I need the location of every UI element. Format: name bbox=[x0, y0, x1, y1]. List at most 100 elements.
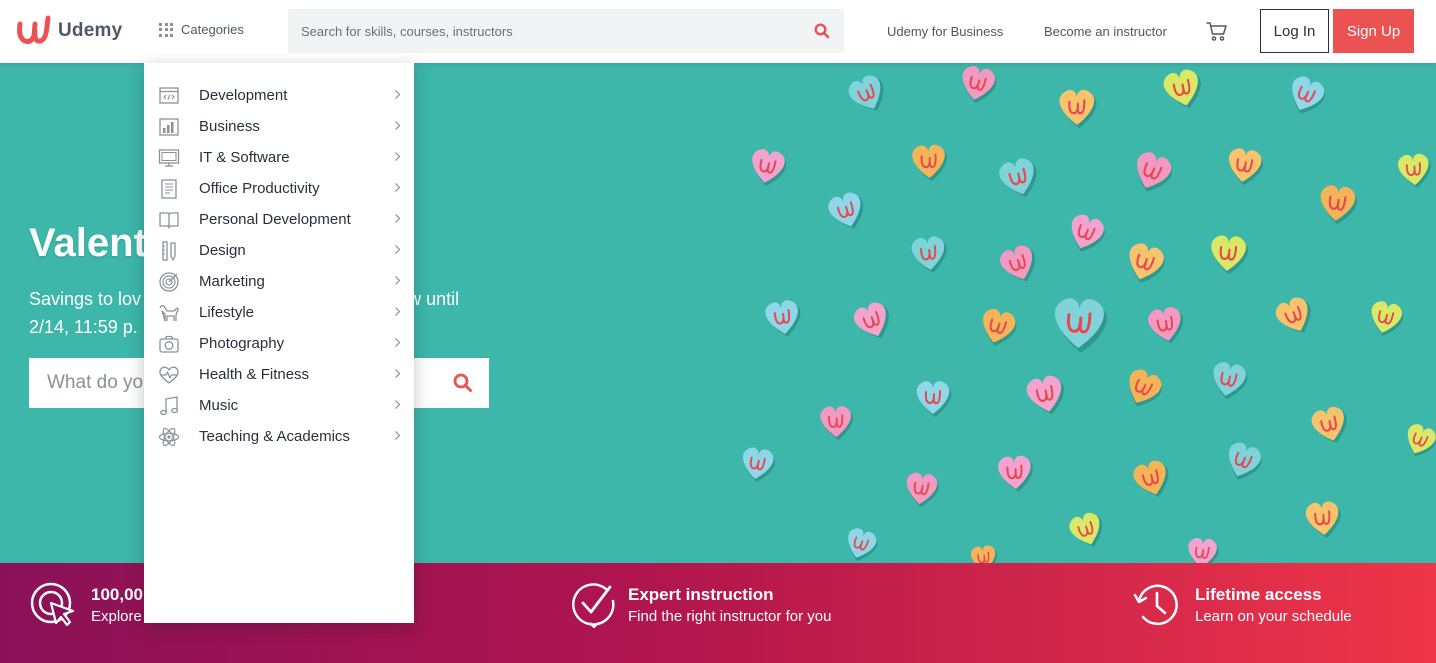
chevron-right-icon bbox=[395, 431, 401, 440]
category-item[interactable]: Photography bbox=[144, 328, 414, 359]
candy-heart bbox=[1209, 234, 1249, 276]
candy-heart bbox=[1186, 537, 1220, 563]
candy-heart bbox=[1024, 373, 1070, 419]
hero-subtitle-line2: 2/14, 11:59 p. bbox=[29, 317, 138, 337]
chevron-right-icon bbox=[395, 121, 401, 130]
candy-heart bbox=[1209, 360, 1250, 403]
candy-heart bbox=[1066, 510, 1109, 552]
header-search bbox=[288, 9, 844, 53]
hero-subtitle-line1-left: Savings to lov bbox=[29, 289, 142, 309]
category-item[interactable]: Office Productivity bbox=[144, 173, 414, 204]
candy-heart bbox=[1130, 458, 1175, 502]
category-item[interactable]: Business bbox=[144, 111, 414, 142]
feature-lifetime: Lifetime access Learn on your schedule bbox=[1133, 581, 1352, 629]
cart-icon bbox=[1206, 22, 1227, 41]
category-item[interactable]: IT & Software bbox=[144, 142, 414, 173]
category-item[interactable]: Lifestyle bbox=[144, 297, 414, 328]
categories-label: Categories bbox=[181, 22, 244, 37]
candy-heart bbox=[1053, 297, 1108, 354]
history-clock-icon bbox=[1133, 584, 1178, 626]
chart-icon bbox=[158, 116, 180, 138]
candy-heart bbox=[850, 299, 897, 345]
category-item[interactable]: Design bbox=[144, 235, 414, 266]
candy-heart bbox=[1309, 404, 1353, 448]
udemy-logo[interactable]: Udemy bbox=[16, 13, 122, 49]
document-icon bbox=[158, 178, 180, 200]
candy-heart bbox=[1318, 184, 1359, 226]
candy-heart bbox=[1304, 500, 1344, 540]
candy-heart bbox=[1059, 89, 1097, 129]
grid-icon bbox=[159, 22, 173, 37]
category-item[interactable]: Music bbox=[144, 390, 414, 421]
atom-icon bbox=[158, 426, 180, 448]
feature-expert-title: Expert instruction bbox=[628, 585, 774, 604]
chevron-right-icon bbox=[395, 183, 401, 192]
feature-courses: 100,00 Explore bbox=[29, 581, 143, 629]
chevron-right-icon bbox=[395, 214, 401, 223]
category-item[interactable]: Health & Fitness bbox=[144, 359, 414, 390]
candy-heart bbox=[996, 155, 1043, 202]
feature-expert: Expert instruction Find the right instru… bbox=[570, 581, 831, 629]
candy-heart bbox=[904, 471, 940, 509]
brand-name: Udemy bbox=[58, 20, 123, 41]
feature-lifetime-title: Lifetime access bbox=[1195, 585, 1322, 604]
signup-button[interactable]: Sign Up bbox=[1333, 9, 1414, 53]
udemy-logo-icon bbox=[17, 15, 51, 44]
candy-heart bbox=[845, 71, 892, 118]
hero-search-button[interactable] bbox=[437, 358, 489, 408]
category-label: Business bbox=[199, 118, 260, 135]
chevron-right-icon bbox=[395, 369, 401, 378]
cart-button[interactable] bbox=[1206, 20, 1228, 47]
search-icon bbox=[814, 23, 830, 39]
candy-heart bbox=[1146, 305, 1188, 347]
candy-heart bbox=[739, 446, 777, 485]
category-label: Office Productivity bbox=[199, 180, 320, 197]
top-header: Udemy Categories Udemy for Business Beco… bbox=[0, 0, 1436, 63]
category-label: Development bbox=[199, 87, 288, 104]
chevron-right-icon bbox=[395, 245, 401, 254]
category-item[interactable]: Marketing bbox=[144, 266, 414, 297]
search-icon bbox=[453, 373, 472, 392]
candy-heart bbox=[842, 525, 880, 563]
target-icon bbox=[158, 271, 180, 293]
category-item[interactable]: Personal Development bbox=[144, 204, 414, 235]
candy-heart bbox=[825, 189, 870, 234]
search-input[interactable] bbox=[288, 9, 800, 53]
feature-courses-subtitle: Explore bbox=[91, 608, 142, 625]
category-label: Music bbox=[199, 397, 239, 414]
candy-heart bbox=[997, 242, 1043, 287]
become-instructor-link[interactable]: Become an instructor bbox=[1044, 24, 1167, 39]
login-button[interactable]: Log In bbox=[1260, 9, 1329, 53]
category-label: Personal Development bbox=[199, 211, 351, 228]
categories-dropdown: Development Business IT & Software Office P… bbox=[144, 63, 414, 623]
feature-courses-title: 100,00 bbox=[91, 585, 143, 604]
chevron-right-icon bbox=[395, 338, 401, 347]
candy-heart bbox=[1123, 240, 1168, 288]
monitor-icon bbox=[158, 147, 180, 169]
category-label: IT & Software bbox=[199, 149, 290, 166]
candy-heart bbox=[916, 381, 952, 417]
category-label: Marketing bbox=[199, 273, 265, 290]
chevron-right-icon bbox=[395, 90, 401, 99]
candy-heart bbox=[1397, 152, 1433, 190]
pencil-ruler-icon bbox=[158, 240, 180, 262]
categories-menu-button[interactable]: Categories bbox=[159, 22, 244, 37]
category-label: Design bbox=[199, 242, 246, 259]
candy-heart bbox=[1221, 439, 1265, 486]
chevron-right-icon bbox=[395, 400, 401, 409]
book-icon bbox=[158, 209, 180, 231]
chevron-right-icon bbox=[395, 307, 401, 316]
udemy-for-business-link[interactable]: Udemy for Business bbox=[887, 24, 1003, 39]
candy-heart bbox=[911, 144, 949, 182]
candy-heart bbox=[969, 544, 1000, 563]
candy-heart bbox=[820, 405, 854, 441]
category-label: Lifestyle bbox=[199, 304, 255, 321]
candy-heart bbox=[1401, 421, 1436, 462]
candy-heart bbox=[977, 306, 1019, 351]
category-item[interactable]: Development bbox=[144, 80, 414, 111]
candy-heart bbox=[748, 147, 788, 189]
music-note-icon bbox=[158, 395, 180, 417]
search-button[interactable] bbox=[800, 9, 844, 53]
category-item[interactable]: Teaching & Academics bbox=[144, 421, 414, 452]
candy-heart bbox=[910, 235, 950, 275]
